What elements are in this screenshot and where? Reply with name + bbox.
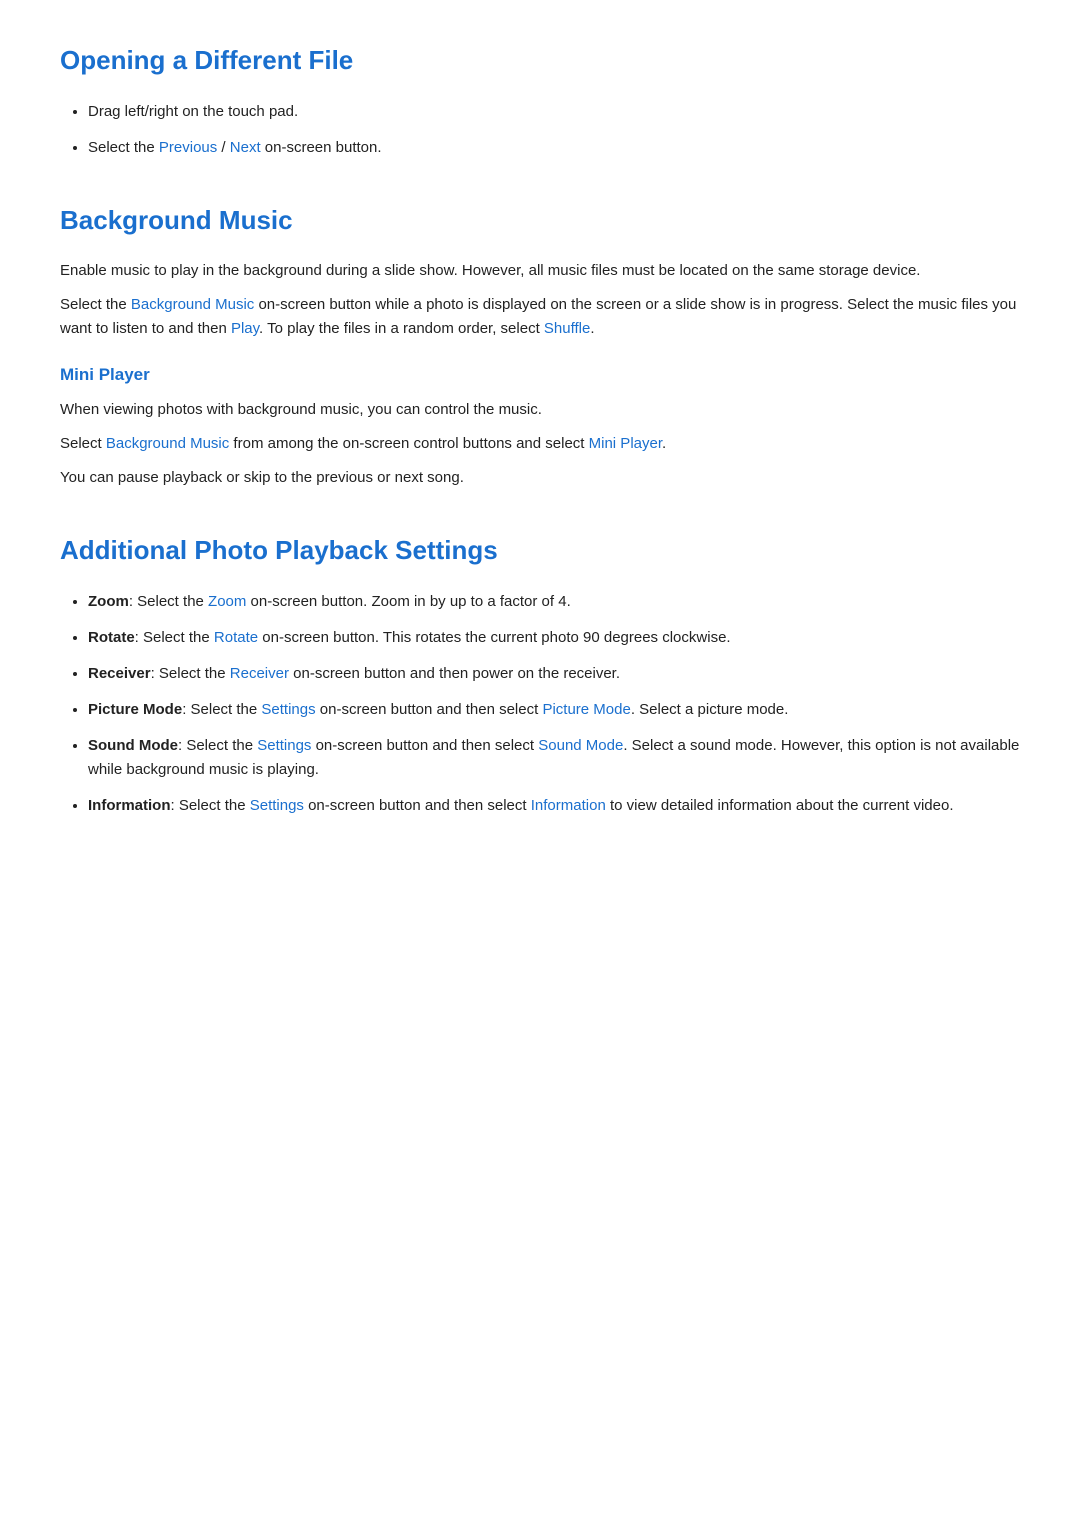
sound-mode-term: Sound Mode — [88, 737, 178, 754]
mini-player-para3: You can pause playback or skip to the pr… — [60, 466, 1020, 490]
background-music-para1: Enable music to play in the background d… — [60, 259, 1020, 283]
list-item: Receiver: Select the Receiver on-screen … — [88, 662, 1020, 686]
additional-photo-playback-title: Additional Photo Playback Settings — [60, 530, 1020, 572]
mini-player-subsection: Mini Player When viewing photos with bac… — [60, 361, 1020, 490]
picture-mode-link[interactable]: Picture Mode — [542, 701, 630, 718]
receiver-term: Receiver — [88, 665, 151, 682]
picture-mode-term: Picture Mode — [88, 701, 182, 718]
list-item: Sound Mode: Select the Settings on-scree… — [88, 734, 1020, 782]
list-item: Zoom: Select the Zoom on-screen button. … — [88, 590, 1020, 614]
zoom-item: Zoom: Select the Zoom on-screen button. … — [88, 593, 571, 610]
drag-instruction: Drag left/right on the touch pad. — [88, 103, 298, 120]
background-music-section: Background Music Enable music to play in… — [60, 200, 1020, 491]
sound-mode-link[interactable]: Sound Mode — [538, 737, 623, 754]
next-link[interactable]: Next — [230, 139, 261, 156]
additional-settings-list: Zoom: Select the Zoom on-screen button. … — [88, 590, 1020, 818]
information-term: Information — [88, 797, 171, 814]
settings-link-picture[interactable]: Settings — [261, 701, 315, 718]
receiver-link[interactable]: Receiver — [230, 665, 289, 682]
opening-different-file-list: Drag left/right on the touch pad. Select… — [88, 100, 1020, 160]
picture-mode-item: Picture Mode: Select the Settings on-scr… — [88, 701, 788, 718]
list-item: Drag left/right on the touch pad. — [88, 100, 1020, 124]
mini-player-link[interactable]: Mini Player — [589, 435, 662, 452]
information-link[interactable]: Information — [531, 797, 606, 814]
mini-player-title: Mini Player — [60, 361, 1020, 388]
opening-different-file-section: Opening a Different File Drag left/right… — [60, 40, 1020, 160]
opening-different-file-title: Opening a Different File — [60, 40, 1020, 82]
list-item: Picture Mode: Select the Settings on-scr… — [88, 698, 1020, 722]
previous-link[interactable]: Previous — [159, 139, 217, 156]
mini-player-para1: When viewing photos with background musi… — [60, 398, 1020, 422]
receiver-item: Receiver: Select the Receiver on-screen … — [88, 665, 620, 682]
shuffle-link[interactable]: Shuffle — [544, 320, 590, 337]
background-music-para2: Select the Background Music on-screen bu… — [60, 293, 1020, 341]
background-music-link2[interactable]: Background Music — [106, 435, 229, 452]
rotate-link[interactable]: Rotate — [214, 629, 258, 646]
mini-player-para2: Select Background Music from among the o… — [60, 432, 1020, 456]
information-item: Information: Select the Settings on-scre… — [88, 797, 954, 814]
additional-photo-playback-section: Additional Photo Playback Settings Zoom:… — [60, 530, 1020, 818]
list-item: Rotate: Select the Rotate on-screen butt… — [88, 626, 1020, 650]
background-music-link[interactable]: Background Music — [131, 296, 254, 313]
play-link[interactable]: Play — [231, 320, 259, 337]
background-music-title: Background Music — [60, 200, 1020, 242]
settings-link-info[interactable]: Settings — [250, 797, 304, 814]
zoom-term: Zoom — [88, 593, 129, 610]
settings-link-sound[interactable]: Settings — [257, 737, 311, 754]
sound-mode-item: Sound Mode: Select the Settings on-scree… — [88, 737, 1019, 778]
zoom-link[interactable]: Zoom — [208, 593, 246, 610]
select-previous-next-text: Select the Previous / Next on-screen but… — [88, 139, 382, 156]
rotate-term: Rotate — [88, 629, 135, 646]
rotate-item: Rotate: Select the Rotate on-screen butt… — [88, 629, 731, 646]
list-item: Information: Select the Settings on-scre… — [88, 794, 1020, 818]
list-item: Select the Previous / Next on-screen but… — [88, 136, 1020, 160]
